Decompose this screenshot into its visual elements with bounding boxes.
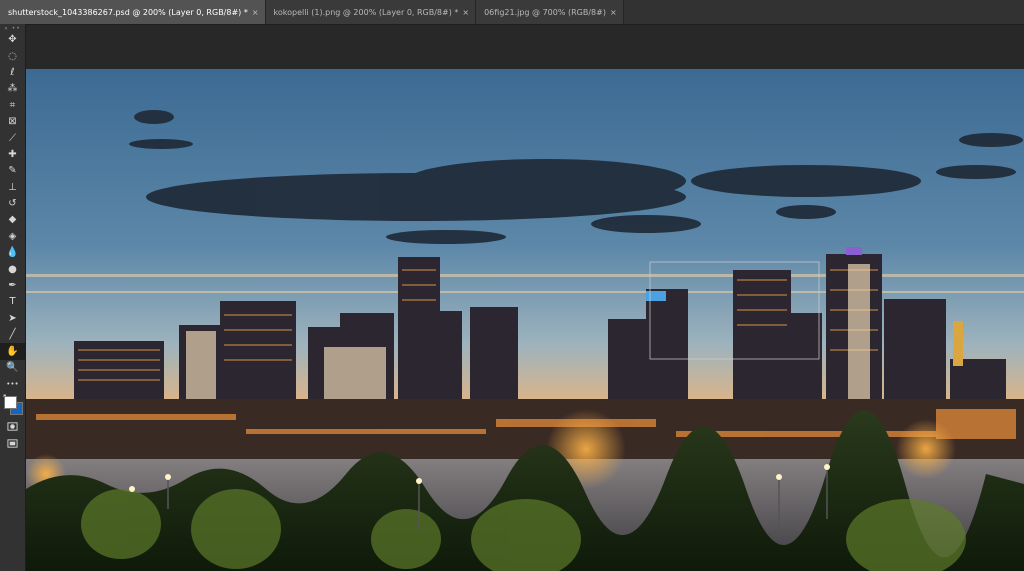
tab-kokopelli-png[interactable]: kokopelli (1).png @ 200% (Layer 0, RGB/8… (265, 0, 477, 24)
eraser-tool-icon[interactable]: ◆ (0, 212, 25, 228)
clone-stamp-tool-icon[interactable]: ⊥ (0, 180, 25, 196)
tab-shutterstock-psd[interactable]: shutterstock_1043386267.psd @ 200% (Laye… (0, 0, 266, 24)
foreground-color-swatch[interactable] (4, 395, 17, 409)
tab-label: kokopelli (1).png @ 200% (Layer 0, RGB/8… (273, 7, 459, 17)
tab-06fig21-jpg[interactable]: 06fig21.jpg @ 700% (RGB/8#) × (476, 0, 624, 24)
city-skyline-photo (26, 69, 1024, 571)
tab-label: shutterstock_1043386267.psd @ 200% (Laye… (8, 7, 248, 17)
paint-bucket-tool-icon[interactable]: ◈ (0, 229, 25, 245)
close-icon[interactable]: × (252, 8, 259, 17)
lasso-tool-icon[interactable]: ℓ (0, 65, 25, 81)
tools-panel: » •• ✥◌ℓ⁂⌗⊠⟋✚✎⊥↺◆◈💧●✒T➤╱✋🔍 ••• ▪ (0, 24, 26, 571)
spot-healing-brush-tool-icon[interactable]: ✚ (0, 147, 25, 163)
document-tab-bar: shutterstock_1043386267.psd @ 200% (Laye… (0, 0, 1024, 25)
blur-tool-icon[interactable]: 💧 (0, 245, 25, 261)
zoom-tool-icon[interactable]: 🔍 (0, 360, 25, 376)
path-selection-tool-icon[interactable]: ➤ (0, 311, 25, 327)
quick-mask-icon[interactable] (0, 419, 25, 435)
elliptical-marquee-tool-icon[interactable]: ◌ (0, 48, 25, 64)
hand-tool-icon[interactable]: ✋ (0, 343, 25, 360)
quick-selection-tool-icon[interactable]: ⁂ (0, 81, 25, 97)
dodge-tool-icon[interactable]: ● (0, 261, 25, 277)
move-tool-icon[interactable]: ✥ (0, 32, 25, 48)
panel-grip[interactable]: » •• (0, 24, 25, 32)
close-icon[interactable]: × (462, 8, 469, 17)
close-icon[interactable]: × (610, 8, 617, 17)
pen-tool-icon[interactable]: ✒ (0, 278, 25, 294)
line-tool-icon[interactable]: ╱ (0, 327, 25, 343)
crop-tool-icon[interactable]: ⌗ (0, 98, 25, 114)
eyedropper-tool-icon[interactable]: ⟋ (0, 130, 25, 146)
tab-label: 06fig21.jpg @ 700% (RGB/8#) (484, 7, 606, 17)
brush-tool-icon[interactable]: ✎ (0, 163, 25, 179)
history-brush-tool-icon[interactable]: ↺ (0, 196, 25, 212)
tool-list: ✥ ◌ ℓ ⁂ ⌗ ⊠ ⟋ ✚ ✎ ⊥ ↺ ◆ ◈ 💧 ● ✒ T ➤ ╱ ✋ 🔍 (0, 32, 25, 376)
screen-mode-icon[interactable] (0, 435, 25, 451)
edit-toolbar-icon[interactable]: ••• (0, 376, 25, 392)
color-swatches: ▪ (0, 393, 25, 419)
frame-tool-icon[interactable]: ⊠ (0, 114, 25, 130)
image-canvas[interactable] (26, 69, 1024, 571)
type-tool-icon[interactable]: T (0, 294, 25, 310)
